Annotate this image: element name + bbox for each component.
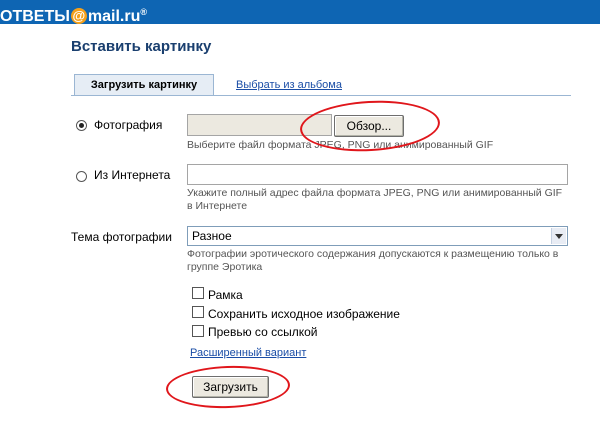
advanced-mode-link[interactable]: Расширенный вариант bbox=[190, 347, 306, 359]
theme-label: Тема фотографии bbox=[71, 230, 172, 244]
registered-mark: ® bbox=[140, 7, 147, 17]
photo-hint: Выберите файл формата JPEG, PNG или аним… bbox=[187, 139, 494, 151]
internet-label: Из Интернета bbox=[94, 168, 171, 182]
logo-prefix: ОТВЕТЫ bbox=[0, 8, 70, 25]
chevron-down-icon[interactable] bbox=[551, 228, 566, 244]
upload-button[interactable]: Загрузить bbox=[192, 376, 269, 398]
preview-link-checkbox[interactable] bbox=[192, 325, 204, 337]
photo-radio[interactable] bbox=[76, 120, 87, 131]
photo-label: Фотография bbox=[94, 118, 163, 132]
tab-choose-from-album[interactable]: Выбрать из альбома bbox=[236, 79, 342, 91]
keep-original-checkbox[interactable] bbox=[192, 306, 204, 318]
internet-radio[interactable] bbox=[76, 171, 87, 182]
theme-selected-value: Разное bbox=[192, 229, 232, 243]
frame-checkbox[interactable] bbox=[192, 287, 204, 299]
photo-file-input[interactable] bbox=[187, 114, 332, 136]
logo-suffix: mail.ru bbox=[87, 8, 141, 25]
frame-label: Рамка bbox=[208, 288, 243, 302]
keep-original-label: Сохранить исходное изображение bbox=[208, 307, 400, 321]
internet-hint: Укажите полный адрес файла формата JPEG,… bbox=[187, 187, 563, 212]
internet-url-input[interactable] bbox=[187, 164, 568, 185]
at-icon: @ bbox=[70, 8, 87, 24]
site-logo[interactable]: ОТВЕТЫ @ mail.ru® bbox=[0, 2, 147, 25]
theme-select[interactable]: Разное bbox=[187, 226, 568, 246]
page-title: Вставить картинку bbox=[71, 38, 212, 55]
theme-hint: Фотографии эротического содержания допус… bbox=[187, 248, 559, 273]
tab-upload-picture[interactable]: Загрузить картинку bbox=[74, 74, 214, 95]
preview-link-label: Превью со ссылкой bbox=[208, 325, 318, 339]
browse-button[interactable]: Обзор... bbox=[334, 115, 404, 137]
tabs-divider bbox=[71, 95, 571, 96]
